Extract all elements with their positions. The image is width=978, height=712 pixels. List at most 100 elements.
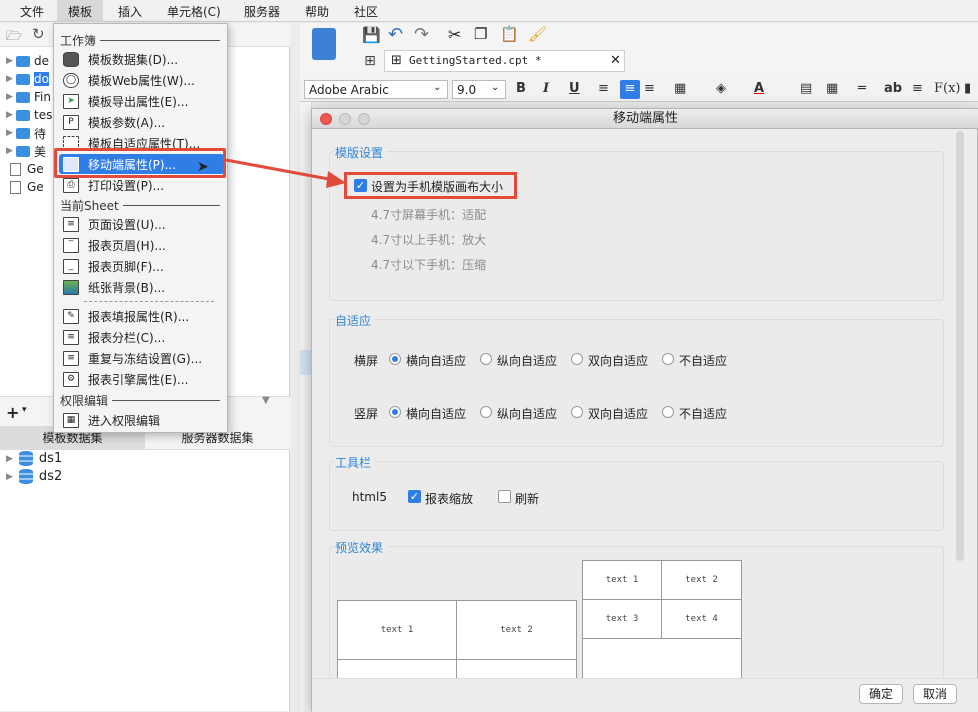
preview-cell: text 1 (337, 600, 457, 660)
database-icon (63, 51, 79, 67)
chevron-down-icon: ⌄ (433, 82, 442, 93)
menu-item-dataset[interactable]: 模板数据集(D)... (59, 49, 224, 69)
paragraph-icon[interactable]: ≡ (912, 81, 923, 96)
menu-item-background[interactable]: 纸张背景(B)... (59, 277, 224, 297)
landscape-radio-none[interactable] (662, 353, 674, 365)
dropdown-icon[interactable]: ▾ (22, 405, 27, 415)
menu-item-page-setup[interactable]: ≡ 页面设置(U)... (59, 214, 224, 234)
export-icon: ➤ (63, 93, 79, 109)
minimize-window-icon[interactable] (339, 113, 351, 125)
tree-item[interactable]: ▶ Fin (6, 88, 51, 106)
cancel-button[interactable]: 取消 (913, 684, 957, 704)
menu-item-freeze[interactable]: ≡ 重复与冻结设置(G)... (59, 348, 224, 368)
align-left-icon[interactable]: ≡ (598, 81, 609, 96)
grid-icon[interactable]: ⊞ (360, 50, 380, 72)
portrait-radio-vertical[interactable] (480, 406, 492, 418)
italic-icon[interactable]: I (543, 81, 549, 96)
redo-icon[interactable]: ↷ (414, 24, 429, 45)
collapse-icon[interactable]: ▼ (262, 395, 270, 406)
menu-server[interactable]: 服务器 (244, 3, 280, 20)
background-icon (63, 279, 79, 295)
menu-item-header[interactable]: ‾ 报表页眉(H)... (59, 235, 224, 255)
menu-cell[interactable]: 单元格(C) (167, 3, 221, 20)
tree-item[interactable]: ▶ do (6, 70, 49, 88)
add-icon[interactable]: + (6, 403, 19, 422)
portrait-label: 竖屏 (354, 407, 379, 421)
refresh-icon[interactable]: ↻ (32, 25, 45, 43)
dataset-item[interactable]: ▶ ds1 (6, 451, 62, 466)
portrait-radio-horizontal[interactable] (389, 406, 401, 418)
preview-title: 预览效果 (335, 539, 388, 556)
folder-icon (16, 145, 30, 157)
split-icon[interactable]: ▦ (826, 81, 838, 96)
font-size-select[interactable]: 9.0 ⌄ (452, 80, 506, 99)
toolbar-group (329, 461, 944, 531)
close-tab-icon[interactable]: ✕ (610, 53, 621, 68)
tree-item[interactable]: ▶ de (6, 52, 49, 70)
insert-row-icon[interactable]: ═ (858, 81, 866, 96)
undo-icon[interactable]: ↶ (388, 24, 403, 45)
option-label: 纵向自适应 (497, 407, 558, 421)
portrait-radio-both[interactable] (571, 406, 583, 418)
file-icon (10, 180, 21, 194)
menu-item-columns[interactable]: ≡ 报表分栏(C)... (59, 327, 224, 347)
menu-item-parameters[interactable]: P 模板参数(A)... (59, 112, 224, 132)
save-icon[interactable]: 💾 (362, 26, 381, 44)
bold-icon[interactable]: B (516, 81, 526, 96)
landscape-radio-both[interactable] (571, 353, 583, 365)
align-right-icon[interactable]: ≡ (644, 81, 655, 96)
menu-file[interactable]: 文件 (20, 3, 44, 20)
file-tab[interactable]: ⊞ GettingStarted.cpt * ✕ (384, 50, 625, 72)
tree-item[interactable]: ▶ 美 (6, 142, 46, 160)
menu-item-engine[interactable]: ⚙ 报表引擎属性(E)... (59, 369, 224, 389)
report-zoom-label: 报表缩放 (425, 492, 474, 506)
menu-template[interactable]: 模板 (68, 3, 92, 20)
maximize-window-icon[interactable] (358, 113, 370, 125)
option-label: 不自适应 (679, 354, 728, 368)
option-label: 双向自适应 (588, 354, 649, 368)
paste-icon[interactable]: 📋 (500, 25, 519, 43)
tree-item[interactable]: ▶ 待 (6, 124, 46, 142)
menu-insert[interactable]: 插入 (118, 3, 142, 20)
menu-help[interactable]: 帮助 (305, 3, 329, 20)
menu-item-fill-attr[interactable]: ✎ 报表填报属性(R)... (59, 306, 224, 326)
merge-icon[interactable]: ▤ (800, 81, 812, 96)
font-color-icon[interactable]: A (754, 81, 764, 96)
dataset-item[interactable]: ▶ ds2 (6, 469, 62, 484)
align-center-icon[interactable]: ≡ (620, 80, 640, 99)
report-zoom-checkbox[interactable]: ✓ (408, 490, 421, 503)
tree-item[interactable]: ▶ tes (6, 106, 52, 124)
open-folder-icon[interactable]: 🗁 (6, 27, 22, 49)
landscape-radio-horizontal[interactable] (389, 353, 401, 365)
tree-item[interactable]: Ge (6, 160, 44, 178)
close-window-icon[interactable] (320, 113, 332, 125)
menu-item-web-attr[interactable]: ◯ 模板Web属性(W)... (59, 70, 224, 90)
menu-item-export-attr[interactable]: ➤ 模板导出属性(E)... (59, 91, 224, 111)
permission-icon: ▦ (63, 412, 79, 428)
underline-icon[interactable]: U (569, 81, 580, 96)
tree-item[interactable]: Ge (6, 178, 44, 196)
refresh-checkbox[interactable] (498, 490, 511, 503)
menu-item-footer[interactable]: _ 报表页脚(F)... (59, 256, 224, 276)
fill-color-icon[interactable]: ◈ (716, 81, 726, 96)
header-icon: ‾ (63, 237, 79, 253)
copy-icon[interactable]: ❐ (474, 25, 487, 43)
menu-item-permission-edit[interactable]: ▦ 进入权限编辑 (59, 410, 224, 430)
landscape-radio-vertical[interactable] (480, 353, 492, 365)
parameter-icon: P (63, 114, 79, 130)
option-label: 横向自适应 (406, 407, 467, 421)
font-name-select[interactable]: Adobe Arabic ⌄ (304, 80, 448, 99)
template-icon[interactable] (312, 28, 336, 60)
formula-icon[interactable]: F(x) (934, 81, 961, 96)
border-icon[interactable]: ▦ (674, 81, 686, 96)
menu-community[interactable]: 社区 (354, 3, 378, 20)
preview-cell: text 3 (582, 599, 662, 639)
menu-item-print-settings[interactable]: ⎙ 打印设置(P)... (59, 175, 224, 195)
chart-icon[interactable]: ▮ (964, 81, 971, 96)
text-icon[interactable]: ab (884, 81, 902, 96)
format-brush-icon[interactable]: 🖌 (528, 25, 547, 43)
cut-icon[interactable]: ✂ (448, 25, 461, 44)
ok-button[interactable]: 确定 (859, 684, 903, 704)
portrait-radio-none[interactable] (662, 406, 674, 418)
dialog-scrollbar[interactable] (956, 131, 964, 561)
